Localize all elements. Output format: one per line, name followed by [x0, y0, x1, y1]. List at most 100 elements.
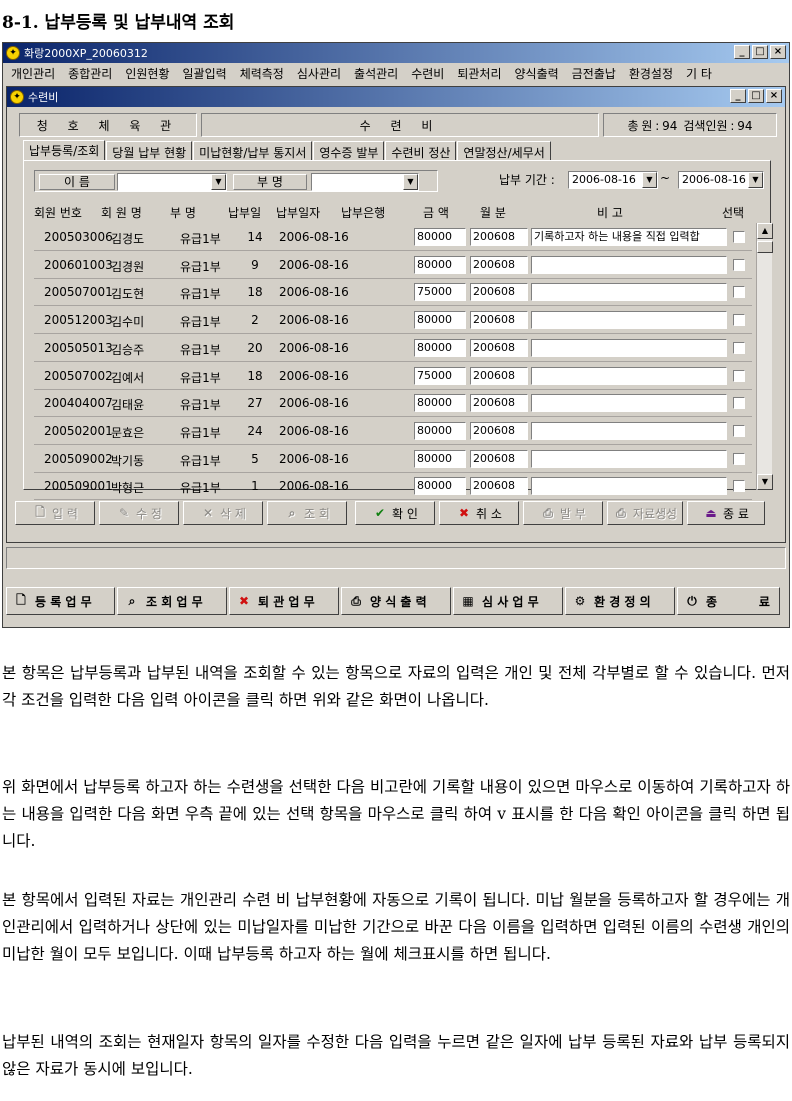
month-input[interactable]: 200608	[470, 394, 528, 413]
table-row[interactable]: 200404007 김태윤 유급1부 27 2006-08-16 80000 200608	[34, 389, 752, 418]
scroll-down-icon[interactable]: ▼	[757, 474, 773, 490]
toolbar-button[interactable]: ✖ 취 소	[439, 501, 519, 525]
table-row[interactable]: 200509001 박형근 유급1부 1 2006-08-16 80000 200608	[34, 472, 752, 501]
month-input[interactable]: 200608	[470, 366, 528, 385]
month-input[interactable]: 200608	[470, 255, 528, 274]
table-row[interactable]: 200512003 김수미 유급1부 2 2006-08-16 80000 200608	[34, 306, 752, 335]
module-button[interactable]: 🗋 등 록 업 무	[6, 587, 115, 615]
amount-input[interactable]: 80000	[414, 449, 466, 468]
note-input[interactable]	[531, 449, 727, 468]
amount-input[interactable]: 80000	[414, 255, 466, 274]
select-checkbox[interactable]	[733, 341, 745, 354]
table-row[interactable]: 200601003 김경원 유급1부 9 2006-08-16 80000 200608	[34, 251, 752, 279]
chevron-down-icon[interactable]: ▼	[748, 172, 763, 188]
amount-input[interactable]: 80000	[414, 477, 466, 496]
menu-item[interactable]: 개인관리	[7, 65, 64, 82]
tab-item[interactable]: 연말정산/세무서	[457, 141, 551, 161]
module-button[interactable]: ▦ 심 사 업 무	[453, 587, 563, 615]
module-button[interactable]: ✖ 퇴 관 업 무	[229, 587, 339, 615]
tab-item[interactable]: 미납현황/납부 통지서	[193, 141, 313, 161]
menu-item[interactable]: 심사관리	[293, 65, 350, 82]
chevron-down-icon[interactable]: ▼	[642, 172, 657, 188]
chevron-down-icon[interactable]: ▼	[403, 174, 418, 190]
child-maximize-button[interactable]: □	[748, 89, 764, 103]
note-input[interactable]	[531, 338, 727, 357]
amount-input[interactable]: 80000	[414, 338, 466, 357]
scroll-up-icon[interactable]: ▲	[757, 223, 773, 239]
select-checkbox[interactable]	[733, 480, 745, 493]
table-row[interactable]: 200503006 김경도 유급1부 14 2006-08-16 80000 200608 기…	[34, 223, 752, 251]
month-input[interactable]: 200608	[470, 283, 528, 302]
dept-select[interactable]: ▼	[311, 173, 419, 191]
note-input[interactable]	[531, 283, 727, 302]
tab-item[interactable]: 수련비 정산	[385, 141, 457, 161]
menu-item[interactable]: 종합관리	[64, 65, 121, 82]
select-checkbox[interactable]	[733, 258, 745, 271]
menu-item[interactable]: 출석관리	[350, 65, 407, 82]
note-input[interactable]	[531, 311, 727, 330]
tab-item[interactable]: 영수증 발부	[313, 141, 385, 161]
month-input[interactable]: 200608	[470, 449, 528, 468]
table-scrollbar[interactable]: ▲ ▼	[756, 223, 773, 490]
toolbar-button[interactable]: ⎙ 자료생성	[607, 501, 683, 525]
note-input[interactable]: 기록하고자 하는 내용을 직접 입력합	[531, 228, 727, 246]
amount-input[interactable]: 80000	[414, 394, 466, 413]
month-input[interactable]: 200608	[470, 311, 528, 330]
note-input[interactable]	[531, 421, 727, 440]
main-titlebar[interactable]: ✦ 화랑2000XP_20060312 _ □ ×	[3, 43, 789, 63]
note-input[interactable]	[531, 394, 727, 413]
date-to-select[interactable]: 2006-08-16 ▼	[678, 171, 764, 189]
toolbar-button[interactable]: ⎙ 발 부	[523, 501, 603, 525]
close-button[interactable]: ×	[770, 45, 786, 59]
tuition-titlebar[interactable]: ✦ 수련비 _ □ ×	[7, 87, 785, 107]
menu-item[interactable]: 퇴관처리	[453, 65, 510, 82]
date-from-select[interactable]: 2006-08-16 ▼	[568, 171, 658, 189]
menu-item[interactable]: 인원현황	[121, 65, 178, 82]
amount-input[interactable]: 75000	[414, 366, 466, 385]
amount-input[interactable]: 75000	[414, 283, 466, 302]
menu-item[interactable]: 일괄입력	[179, 65, 236, 82]
select-checkbox[interactable]	[733, 286, 745, 299]
table-row[interactable]: 200502001 문효은 유급1부 24 2006-08-16 80000 200608	[34, 417, 752, 445]
select-checkbox[interactable]	[733, 314, 745, 327]
toolbar-button[interactable]: 🗋 입 력	[15, 501, 95, 525]
table-row[interactable]: 200507001 김도현 유급1부 18 2006-08-16 75000 200608	[34, 278, 752, 307]
table-row[interactable]: 200507002 김예서 유급1부 18 2006-08-16 75000 200608	[34, 362, 752, 390]
toolbar-button[interactable]: ✕ 삭 제	[183, 501, 263, 525]
name-select[interactable]: ▼	[117, 173, 227, 191]
child-close-button[interactable]: ×	[766, 89, 782, 103]
amount-input[interactable]: 80000	[414, 311, 466, 330]
select-checkbox[interactable]	[733, 397, 745, 410]
month-input[interactable]: 200608	[470, 421, 528, 440]
toolbar-button[interactable]: ✎ 수 정	[99, 501, 179, 525]
chevron-down-icon[interactable]: ▼	[211, 174, 226, 190]
select-checkbox[interactable]	[733, 452, 745, 465]
table-row[interactable]: 200509002 박기동 유급1부 5 2006-08-16 80000 200608	[34, 445, 752, 473]
module-button[interactable]: ⏻ 종 료	[677, 587, 780, 615]
toolbar-button[interactable]: ⌕ 조 회	[267, 501, 347, 525]
scroll-thumb[interactable]	[757, 241, 773, 253]
note-input[interactable]	[531, 366, 727, 385]
tab-item[interactable]: 납부등록/조회	[23, 140, 106, 161]
menu-item[interactable]: 환경설정	[625, 65, 682, 82]
menu-item[interactable]: 수련비	[407, 65, 453, 82]
note-input[interactable]	[531, 477, 727, 496]
note-input[interactable]	[531, 255, 727, 274]
maximize-button[interactable]: □	[752, 45, 768, 59]
select-checkbox[interactable]	[733, 231, 745, 243]
child-minimize-button[interactable]: _	[730, 89, 746, 103]
month-input[interactable]: 200608	[470, 228, 528, 246]
module-button[interactable]: ⌕ 조 회 업 무	[117, 587, 227, 615]
month-input[interactable]: 200608	[470, 477, 528, 496]
menu-item[interactable]: 체력측정	[236, 65, 293, 82]
select-checkbox[interactable]	[733, 369, 745, 382]
amount-input[interactable]: 80000	[414, 421, 466, 440]
toolbar-button[interactable]: ✔ 확 인	[355, 501, 435, 525]
table-row[interactable]: 200505013 김승주 유급1부 20 2006-08-16 80000 200608	[34, 334, 752, 362]
amount-input[interactable]: 80000	[414, 228, 466, 246]
tab-item[interactable]: 당월 납부 현황	[106, 141, 193, 161]
toolbar-button[interactable]: ⏏ 종 료	[687, 501, 765, 525]
select-checkbox[interactable]	[733, 424, 745, 437]
menu-item[interactable]: 기 타	[682, 65, 721, 82]
menu-item[interactable]: 금전출납	[568, 65, 625, 82]
